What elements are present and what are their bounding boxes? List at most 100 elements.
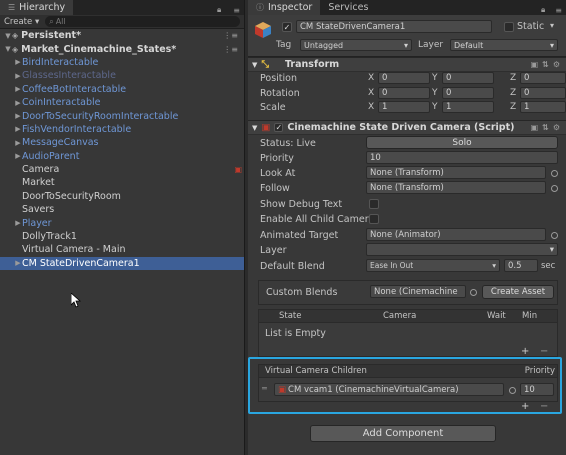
- hierarchy-item-label: Market: [22, 177, 55, 189]
- transform-y-field[interactable]: 0: [442, 72, 494, 84]
- add-state-plus-icon[interactable]: +: [521, 346, 529, 357]
- child-priority-field[interactable]: 10: [520, 383, 554, 396]
- scene-menu-icon[interactable]: ⋮≡: [223, 45, 238, 54]
- transform-y-field[interactable]: 0: [442, 86, 494, 99]
- object-picker-icon[interactable]: [551, 170, 558, 177]
- transform-header[interactable]: ▼ ⤡ Transform ▣ ⇅ ⚙: [248, 57, 566, 72]
- help-book-icon[interactable]: ▣: [531, 123, 539, 132]
- foldout-collapsed-icon[interactable]: ▶: [14, 139, 22, 147]
- hierarchy-item[interactable]: ▶ Player: [0, 216, 244, 229]
- animated-target-field[interactable]: None (Animator): [366, 228, 546, 241]
- foldout-expanded-icon[interactable]: ▼: [4, 32, 12, 40]
- object-picker-icon[interactable]: [551, 232, 558, 239]
- transform-x-field[interactable]: 0: [378, 72, 430, 84]
- panel-menu-icon[interactable]: ≡: [555, 6, 562, 15]
- remove-state-minus-icon[interactable]: −: [540, 346, 548, 357]
- look-at-field[interactable]: None (Transform): [366, 166, 546, 179]
- cinemachine-script-icon: ▣: [261, 122, 271, 133]
- scene-menu-icon[interactable]: ⋮≡: [223, 31, 238, 40]
- foldout-collapsed-icon[interactable]: ▶: [14, 72, 22, 80]
- hierarchy-item[interactable]: ▶ DoorToSecurityRoomInteractable: [0, 109, 244, 122]
- chevron-down-icon: ▾: [492, 261, 496, 270]
- hierarchy-item[interactable]: Virtual Camera - Main: [0, 243, 244, 256]
- foldout-collapsed-icon[interactable]: ▶: [14, 112, 22, 120]
- blend-time-field[interactable]: 0.5: [504, 259, 538, 272]
- lock-icon[interactable]: 🔒︎: [541, 5, 545, 15]
- hierarchy-item[interactable]: Savers: [0, 203, 244, 216]
- foldout-collapsed-icon[interactable]: ▶: [14, 125, 22, 133]
- foldout-expanded-icon[interactable]: ▼: [4, 45, 12, 53]
- hierarchy-item[interactable]: Market: [0, 176, 244, 189]
- object-picker-icon[interactable]: [551, 185, 558, 192]
- object-name-field[interactable]: CM StateDrivenCamera1: [296, 20, 492, 33]
- child-camera-field[interactable]: ▣ CM vcam1 (CinemachineVirtualCamera): [274, 383, 504, 396]
- solo-button[interactable]: Solo: [366, 136, 558, 149]
- active-checkbox[interactable]: ✓: [282, 22, 292, 32]
- scene-row[interactable]: ▼ ◈ Persistent* ⋮≡: [0, 29, 244, 42]
- object-picker-icon[interactable]: [509, 387, 516, 394]
- animated-target-label: Animated Target: [260, 230, 339, 241]
- gear-icon[interactable]: ⚙: [553, 123, 560, 132]
- hierarchy-item[interactable]: Camera ▣: [0, 163, 244, 176]
- hierarchy-item[interactable]: ▶ BirdInteractable: [0, 56, 244, 69]
- hierarchy-item[interactable]: DollyTrack1: [0, 230, 244, 243]
- static-checkbox[interactable]: [504, 22, 514, 32]
- create-button[interactable]: Create ▾: [4, 17, 39, 27]
- foldout-collapsed-icon[interactable]: ▶: [14, 219, 22, 227]
- blend-unit-label: sec: [541, 261, 556, 271]
- transform-x-field[interactable]: 1: [378, 101, 430, 113]
- hierarchy-item[interactable]: ▶ GlassesInteractable: [0, 69, 244, 82]
- transform-z-field[interactable]: 0: [520, 86, 566, 99]
- hierarchy-item[interactable]: ▶ CM StateDrivenCamera1: [0, 256, 244, 271]
- priority-field[interactable]: 10: [366, 151, 558, 164]
- hierarchy-item[interactable]: ▶ MessageCanvas: [0, 136, 244, 149]
- transform-x-field[interactable]: 0: [378, 86, 430, 99]
- search-input[interactable]: ⌕ All: [45, 16, 240, 27]
- foldout-collapsed-icon[interactable]: ▶: [14, 99, 22, 107]
- tab-inspector[interactable]: ⓘ Inspector: [248, 0, 321, 15]
- hierarchy-item[interactable]: DoorToSecurityRoom: [0, 190, 244, 203]
- foldout-collapsed-icon[interactable]: ▶: [14, 85, 22, 93]
- static-dropdown-icon[interactable]: ▾: [550, 21, 554, 30]
- hierarchy-item[interactable]: ▶ CoinInteractable: [0, 96, 244, 109]
- tag-dropdown[interactable]: Untagged ▾: [300, 39, 412, 51]
- sdc-enabled-checkbox[interactable]: ✓: [274, 123, 284, 132]
- scene-row[interactable]: ▼ ◈ Market_Cinemachine_States* ⋮≡: [0, 42, 244, 55]
- help-book-icon[interactable]: ▣: [531, 60, 539, 69]
- tab-hierarchy[interactable]: ☰ Hierarchy: [0, 0, 74, 15]
- create-label: Create: [4, 16, 33, 27]
- tab-services[interactable]: Services: [320, 0, 376, 15]
- look-at-value: None (Transform): [370, 167, 444, 178]
- hierarchy-item-label: Persistent*: [21, 30, 82, 42]
- create-asset-button[interactable]: Create Asset: [482, 285, 554, 299]
- add-component-button[interactable]: Add Component: [310, 425, 496, 442]
- preset-icon[interactable]: ⇅: [542, 60, 549, 69]
- foldout-collapsed-icon[interactable]: ▶: [14, 58, 22, 66]
- transform-z-field[interactable]: 1: [520, 101, 566, 113]
- hierarchy-item[interactable]: ▶ AudioParent: [0, 150, 244, 163]
- sdc-header[interactable]: ▼ ▣ ✓ Cinemachine State Driven Camera (S…: [248, 120, 566, 135]
- show-debug-checkbox[interactable]: [369, 199, 379, 209]
- layer-state-dropdown[interactable]: ▾: [366, 243, 558, 256]
- hierarchy-item[interactable]: ▶ FishVendorInteractable: [0, 123, 244, 136]
- preset-icon[interactable]: ⇅: [542, 123, 549, 132]
- enable-children-checkbox[interactable]: [369, 214, 379, 224]
- hierarchy-item[interactable]: ▶ CoffeeBotInteractable: [0, 83, 244, 96]
- panel-menu-icon[interactable]: ≡: [233, 6, 240, 15]
- object-picker-icon[interactable]: [470, 289, 477, 296]
- custom-blends-field[interactable]: None (Cinemachine: [370, 285, 466, 298]
- gear-icon[interactable]: ⚙: [553, 60, 560, 69]
- drag-handle-icon[interactable]: ═: [262, 384, 267, 393]
- layer-dropdown[interactable]: Default ▾: [450, 39, 558, 51]
- transform-row: Rotation X 0 Y 0 Z 0: [248, 86, 566, 102]
- remove-child-minus-icon[interactable]: −: [540, 401, 548, 412]
- lock-icon[interactable]: 🔒︎: [217, 5, 221, 15]
- add-child-plus-icon[interactable]: +: [521, 401, 529, 412]
- default-blend-dropdown[interactable]: Ease In Out ▾: [366, 259, 500, 272]
- transform-y-field[interactable]: 1: [442, 101, 494, 113]
- follow-field[interactable]: None (Transform): [366, 181, 546, 194]
- hierarchy-panel: ☰ Hierarchy 🔒︎ ≡ Create ▾ ⌕ All ▼ ◈ Persis…: [0, 0, 245, 455]
- transform-z-field[interactable]: 0: [520, 72, 566, 84]
- foldout-collapsed-icon[interactable]: ▶: [14, 259, 22, 267]
- foldout-collapsed-icon[interactable]: ▶: [14, 152, 22, 160]
